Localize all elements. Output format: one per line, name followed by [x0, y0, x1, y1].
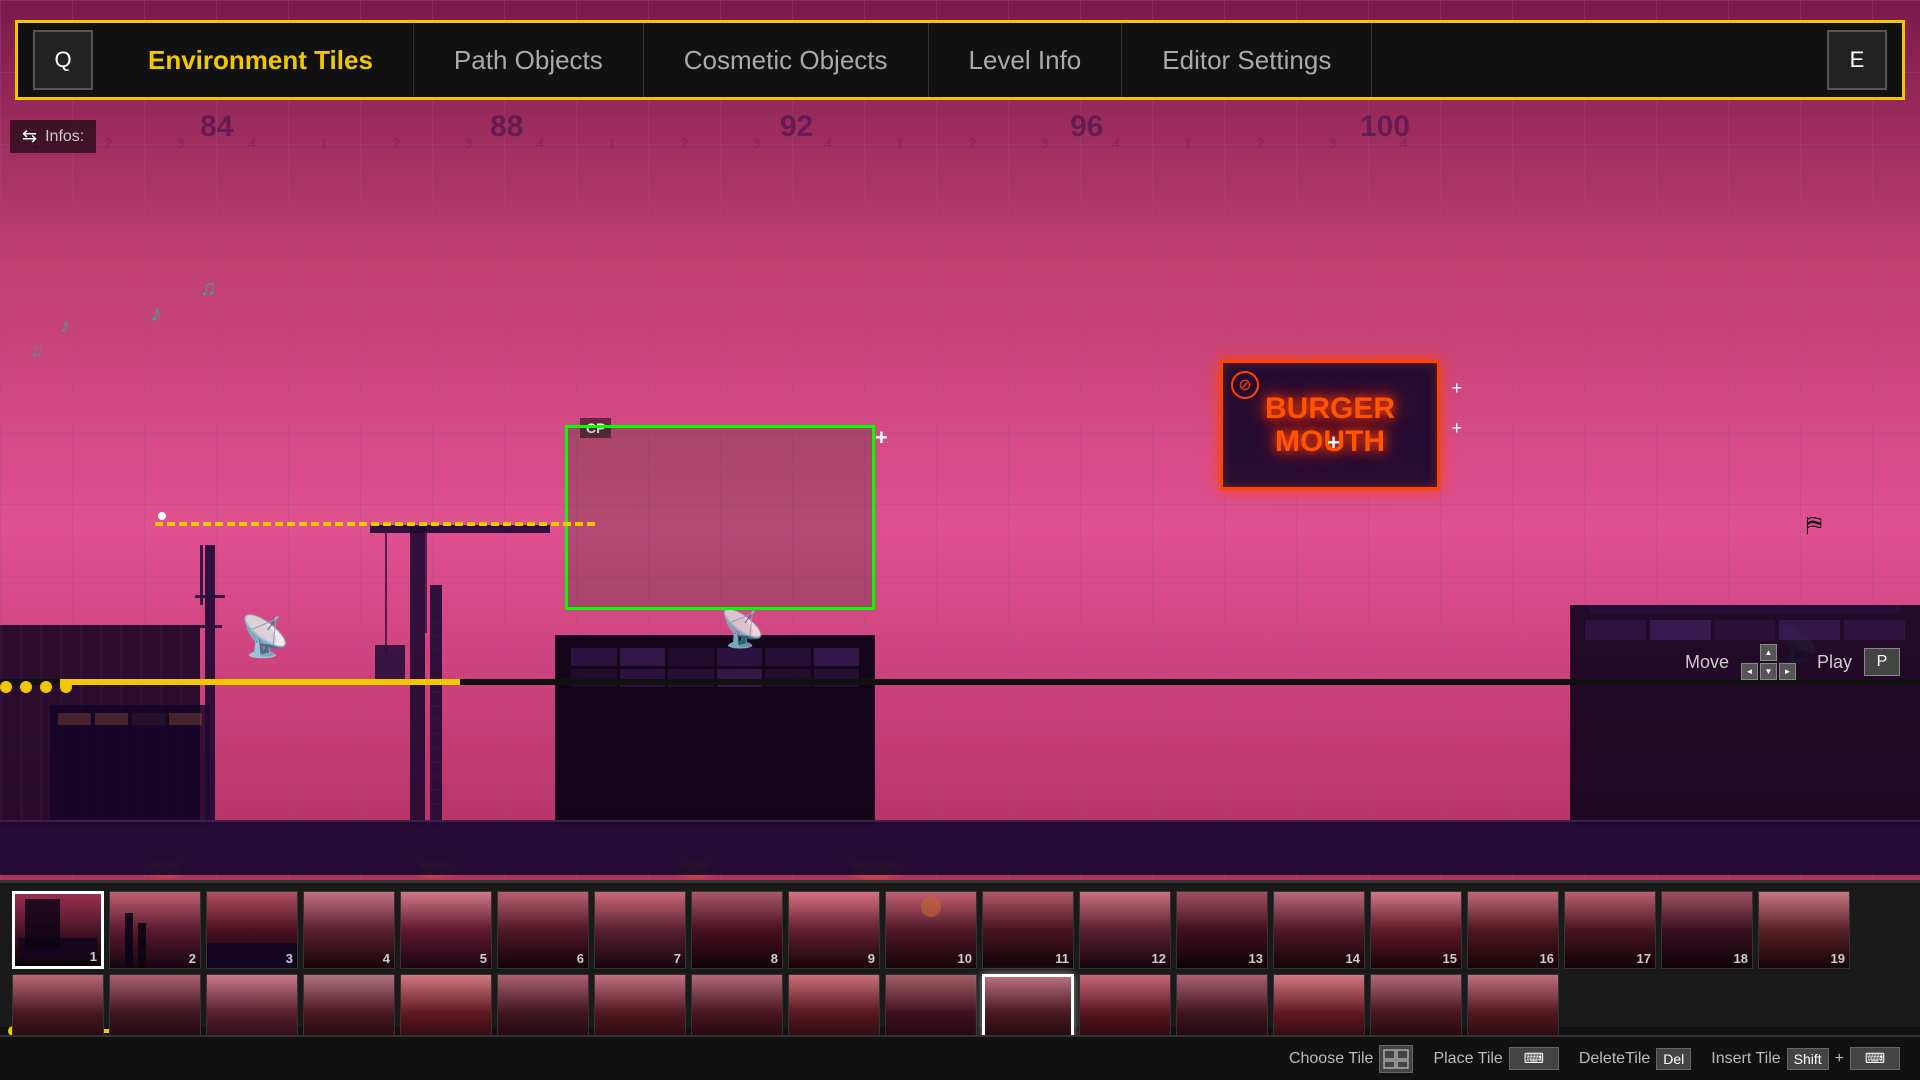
tile-11[interactable]: 11 [982, 891, 1074, 969]
sign-text-line1: BURGER [1265, 392, 1395, 425]
path-line [155, 522, 595, 526]
key-empty-1 [1741, 644, 1758, 661]
tile-2[interactable]: 2 [109, 891, 201, 969]
tile-17-top[interactable]: 17 [1564, 891, 1656, 969]
progress-dot-1 [0, 681, 12, 693]
sign-icon: ⊘ [1231, 371, 1259, 399]
tab-cosmetic-objects[interactable]: Cosmetic Objects [644, 23, 929, 97]
insert-tile-label: Insert Tile [1711, 1050, 1780, 1068]
choose-tile-key[interactable] [1379, 1045, 1413, 1073]
ground [0, 820, 1920, 875]
tile-4[interactable]: 4 [303, 891, 395, 969]
tile-18-top[interactable]: 18 [1661, 891, 1753, 969]
tab-path-objects[interactable]: Path Objects [414, 23, 644, 97]
tile-row-1: 1 2 3 4 5 6 7 8 9 10 11 12 13 14 15 16 1… [12, 891, 1908, 969]
finish-flag: ⛿ [1806, 512, 1830, 536]
tile-14[interactable]: 14 [1273, 891, 1365, 969]
burger-sign: ⊘ BURGER MOUTH + + [1220, 360, 1440, 490]
editor-key-icon: E [1850, 47, 1865, 73]
satellite-dish-2: 📡 [720, 608, 765, 650]
info-label: Infos: [45, 128, 84, 146]
tile-16[interactable]: 16 [1467, 891, 1559, 969]
key-empty-2 [1779, 644, 1796, 661]
tile-8[interactable]: 8 [691, 891, 783, 969]
top-navigation: Q Environment Tiles Path Objects Cosmeti… [15, 20, 1905, 100]
progress-line [60, 679, 460, 685]
move-keys: ▲ ◄ ▼ ► [1741, 644, 1795, 680]
player-character [158, 512, 166, 520]
search-button[interactable]: Q [33, 30, 93, 90]
building-2 [50, 705, 210, 825]
insert-tile-key[interactable]: ⌨ [1850, 1047, 1900, 1070]
tile-15[interactable]: 15 [1370, 891, 1462, 969]
play-label: Play [1817, 652, 1852, 673]
tile-5[interactable]: 5 [400, 891, 492, 969]
right-building [1570, 605, 1920, 825]
checkpoint-marker: CP [580, 418, 611, 438]
place-tile-key[interactable]: ⌨ [1509, 1047, 1559, 1070]
choose-tile-label: Choose Tile [1289, 1050, 1374, 1068]
info-panel: ⇆ Infos: [10, 120, 96, 153]
tile-3[interactable]: 3 [206, 891, 298, 969]
tile-panel: 1 2 3 4 5 6 7 8 9 10 11 12 13 14 15 16 1… [0, 880, 1920, 1080]
toolbar-place-tile: Place Tile ⌨ [1433, 1047, 1558, 1070]
tile-7[interactable]: 7 [594, 891, 686, 969]
toolbar-delete-tile: DeleteTile Del [1579, 1048, 1691, 1070]
place-tile-label: Place Tile [1433, 1050, 1502, 1068]
music-note-2: ♫ [200, 275, 217, 301]
key-right[interactable]: ► [1779, 663, 1796, 680]
key-up[interactable]: ▲ [1760, 644, 1777, 661]
editor-key-button[interactable]: E [1827, 30, 1887, 90]
music-note-1: ♪ [150, 300, 162, 328]
tab-environment-tiles[interactable]: Environment Tiles [108, 23, 414, 97]
tile-19-top[interactable]: 19 [1758, 891, 1850, 969]
music-note-3: ♪ [60, 315, 70, 338]
tile-1[interactable]: 1 [12, 891, 104, 969]
key-left[interactable]: ◄ [1741, 663, 1758, 680]
bottom-toolbar: Choose Tile Place Tile ⌨ DeleteTile Del … [0, 1035, 1920, 1080]
move-label: Move [1685, 652, 1729, 673]
toolbar-insert-tile: Insert Tile Shift + ⌨ [1711, 1047, 1900, 1070]
progress-dot-2 [20, 681, 32, 693]
tile-13[interactable]: 13 [1176, 891, 1268, 969]
game-scene: 📡 📡 📡 ♪ ♫ ♪ ♫ ⊘ BURGER MOUTH + + [0, 130, 1920, 880]
tab-level-info[interactable]: Level Info [929, 23, 1123, 97]
search-icon: Q [54, 47, 71, 73]
play-key-button[interactable]: P [1864, 648, 1900, 676]
game-viewport[interactable]: ⇆ Infos: 84 88 92 96 100 1 2 3 4 1 2 3 4… [0, 0, 1920, 880]
delete-tile-key[interactable]: Del [1656, 1048, 1691, 1070]
key-down[interactable]: ▼ [1760, 663, 1777, 680]
cursor-1: + [875, 425, 888, 451]
plus-sign: + [1835, 1050, 1844, 1068]
satellite-dish-1: 📡 [240, 613, 290, 660]
progress-dot-3 [40, 681, 52, 693]
delete-tile-label: DeleteTile [1579, 1050, 1650, 1068]
selection-box [565, 425, 875, 610]
crane [370, 525, 550, 825]
info-icon: ⇆ [22, 126, 37, 147]
tile-6[interactable]: 6 [497, 891, 589, 969]
tab-editor-settings[interactable]: Editor Settings [1122, 23, 1372, 97]
music-note-4: ♫ [30, 340, 44, 361]
tile-10[interactable]: 10 [885, 891, 977, 969]
move-play-controls: Move ▲ ◄ ▼ ► Play P [1685, 644, 1900, 680]
main-building [555, 635, 875, 825]
antenna-tower [195, 545, 225, 825]
insert-tile-shift-key[interactable]: Shift [1787, 1048, 1829, 1070]
toolbar-choose-tile: Choose Tile [1289, 1045, 1414, 1073]
progress-bar-top [0, 679, 1920, 685]
cursor-2: + [1327, 430, 1340, 456]
tile-9[interactable]: 9 [788, 891, 880, 969]
tile-12[interactable]: 12 [1079, 891, 1171, 969]
nav-tabs: Environment Tiles Path Objects Cosmetic … [108, 23, 1812, 97]
